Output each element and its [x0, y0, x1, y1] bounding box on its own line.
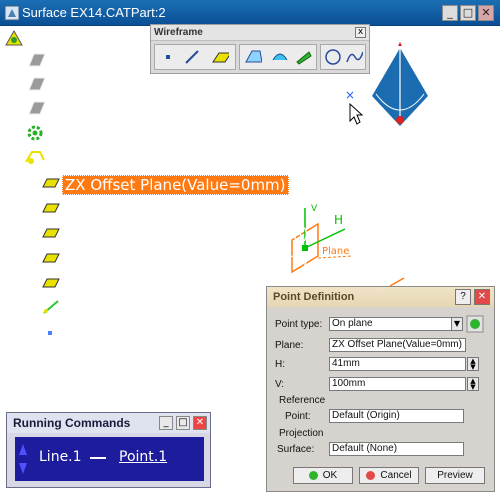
- window-title: Surface EX14.CATPart:2: [22, 5, 166, 20]
- reference-point-field[interactable]: Default (Origin): [329, 409, 464, 423]
- offset-plane-icon: [42, 253, 60, 263]
- tree-item-offset-plane-80[interactable]: ZX Offset Plane (Value=80mm): [62, 200, 301, 218]
- scroll-arrows-icon[interactable]: [18, 441, 28, 477]
- offset-plane-icon: [42, 178, 60, 188]
- intersection-icon[interactable]: [270, 48, 288, 66]
- toolbar-close-button[interactable]: x: [355, 27, 366, 38]
- tree-item-offset-plane-140[interactable]: ZX Offset Plane (Value=140mm): [62, 250, 310, 268]
- projection-section-label: Projection: [279, 428, 324, 439]
- line-icon: [43, 300, 59, 314]
- spline-icon[interactable]: [345, 48, 363, 66]
- tree-item-line-1[interactable]: Line.1: [62, 299, 112, 317]
- close-button[interactable]: ✕: [478, 5, 494, 21]
- axis-h-label: H: [334, 213, 344, 227]
- reference-point-label: Point:: [285, 411, 311, 422]
- plane-field[interactable]: ZX Offset Plane(Value=0mm): [329, 338, 466, 352]
- tree-item-point-1[interactable]: Point.1: [62, 323, 118, 341]
- mouse-cursor-icon: [349, 102, 364, 125]
- v-spinner[interactable]: ▲ ▼: [467, 377, 479, 391]
- gear-icon: [27, 125, 43, 141]
- cancel-button[interactable]: Cancel: [359, 467, 419, 484]
- plane-label: Plane:: [275, 340, 304, 351]
- collapse-toggle-icon[interactable]: ⊟: [6, 150, 15, 163]
- running-maximize-button[interactable]: □: [176, 416, 190, 430]
- toolbar-group-primitives: [154, 44, 236, 70]
- window-titlebar: Surface EX14.CATPart:2 _ □ ✕: [0, 0, 500, 26]
- running-command-line[interactable]: Line.1: [39, 449, 82, 465]
- tree-item-zx-plane[interactable]: zx plane: [46, 99, 113, 117]
- plane-icon: [28, 101, 46, 115]
- plane-icon: [28, 77, 46, 91]
- surface-label: Surface:: [277, 444, 315, 455]
- toolbar-title: Wireframe: [151, 25, 369, 41]
- surface-field[interactable]: Default (None): [329, 442, 464, 456]
- offset-plane-icon: [42, 203, 60, 213]
- plane-icon: [28, 53, 46, 67]
- running-commands-list: Line.1 Point.1: [15, 437, 204, 481]
- dialog-close-button[interactable]: ✕: [474, 289, 490, 305]
- ok-status-icon: [308, 470, 318, 480]
- v-label: V:: [275, 379, 285, 390]
- tree-item-offset-plane-110[interactable]: ZX Offset Plane (Value=110mm): [62, 225, 310, 243]
- offset-plane-icon: [42, 228, 60, 238]
- expand-toggle-icon[interactable]: ⊞: [24, 176, 33, 189]
- tree-item-xy-plane[interactable]: xy plane: [46, 51, 114, 69]
- lock-icon[interactable]: [466, 315, 484, 333]
- part-root-icon: [5, 29, 23, 46]
- running-minimize-button[interactable]: _: [159, 416, 173, 430]
- wireframe-body-icon: [25, 151, 45, 164]
- running-close-button[interactable]: ✕: [193, 416, 207, 430]
- expand-toggle-icon[interactable]: ⊞: [24, 226, 33, 239]
- tree-item-partbody[interactable]: PartBody: [46, 123, 117, 141]
- circle-icon[interactable]: [323, 48, 341, 66]
- expand-toggle-icon[interactable]: ⊞: [24, 276, 33, 289]
- command-separator: [90, 457, 106, 459]
- line-icon[interactable]: [183, 48, 201, 66]
- toolbar-group-curves: [320, 44, 366, 70]
- h-field[interactable]: 41mm: [329, 357, 466, 371]
- minimize-button[interactable]: _: [442, 5, 458, 21]
- plane-label: Plane: [322, 246, 350, 257]
- point-definition-dialog: Point Definition ? ✕ Point type: On plan…: [266, 286, 495, 492]
- preview-button[interactable]: Preview: [425, 467, 485, 484]
- running-commands-panel: Running Commands _ □ ✕ Line.1 Point.1: [6, 412, 211, 488]
- h-spinner[interactable]: ▲ ▼: [467, 357, 479, 371]
- running-command-point[interactable]: Point.1: [119, 449, 167, 465]
- catia-part-icon: [4, 5, 20, 21]
- point-type-label: Point type:: [275, 319, 323, 330]
- expand-toggle-icon[interactable]: ⊞: [24, 251, 33, 264]
- maximize-button[interactable]: □: [460, 5, 476, 21]
- compass-icon[interactable]: [372, 42, 428, 126]
- projection-icon[interactable]: [244, 48, 262, 66]
- wireframe-toolbar: Wireframe x: [150, 24, 370, 74]
- ok-button[interactable]: OK: [293, 467, 353, 484]
- reference-section-label: Reference: [279, 395, 326, 406]
- expand-toggle-icon[interactable]: ⊞: [24, 301, 33, 314]
- toolbar-group-operations: [239, 44, 317, 70]
- v-field[interactable]: 100mm: [329, 377, 466, 391]
- expand-toggle-icon[interactable]: ⊞: [24, 201, 33, 214]
- parallel-curve-icon[interactable]: [294, 48, 312, 66]
- point-icon: [48, 331, 52, 335]
- expand-toggle-icon[interactable]: ⊞: [24, 325, 33, 338]
- chevron-down-icon[interactable]: ▼: [451, 317, 463, 331]
- plane-icon[interactable]: [211, 48, 229, 66]
- svg-text:×: ×: [345, 88, 355, 102]
- tree-item-wireframe-body[interactable]: Wireframe Body: [46, 147, 171, 165]
- cancel-status-icon: [366, 470, 376, 480]
- help-button[interactable]: ?: [455, 289, 471, 305]
- offset-plane-icon: [42, 278, 60, 288]
- tree-item-yz-plane[interactable]: yz plane: [46, 75, 113, 93]
- axis-v-label: V: [311, 204, 318, 214]
- point-icon[interactable]: [159, 48, 177, 66]
- tree-root[interactable]: Surface EX14: [26, 28, 131, 46]
- point-type-select[interactable]: On plane: [329, 317, 463, 331]
- tree-item-offset-plane-0[interactable]: ZX Offset Plane(Value=0mm): [62, 175, 289, 195]
- h-label: H:: [275, 359, 285, 370]
